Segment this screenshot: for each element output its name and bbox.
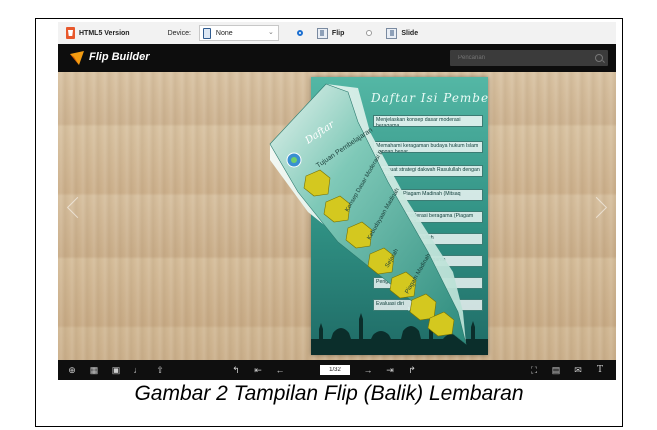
flip-label[interactable]: Flip [332, 30, 344, 37]
next-page-icon[interactable]: → [362, 364, 374, 376]
page-item: Menerapkan moderasi beragama (Piagam Mad… [373, 211, 483, 223]
device-label: Device: [167, 29, 191, 37]
previous-page-icon[interactable]: ← [274, 364, 286, 376]
thumbnails-icon[interactable]: ▦ [88, 364, 100, 376]
share-icon[interactable]: ⇧ [154, 364, 166, 376]
first-page-icon[interactable]: ⇤ [252, 364, 264, 376]
book-stage: Daftar Isi Pembelajaran Menjelaskan kons… [58, 72, 616, 360]
next-page-arrow-icon[interactable] [585, 196, 608, 219]
preview-toolbar: HTML5 Version Device: None ⌄ Flip Slide [58, 22, 616, 45]
undo-icon[interactable]: ↰ [230, 364, 242, 376]
page-title: Daftar Isi Pembelajaran [371, 91, 488, 105]
page-item: Pengamalan Islam [373, 277, 483, 289]
search-input[interactable] [458, 50, 588, 66]
figure-caption: Gambar 2 Tampilan Flip (Balik) Lembaran [134, 382, 524, 405]
flip-radio[interactable] [296, 30, 303, 36]
html5-version-label[interactable]: HTML5 Version [79, 30, 130, 37]
html5-icon [66, 27, 75, 39]
fullscreen-icon[interactable]: ⛶ [528, 364, 540, 376]
device-value: None [215, 29, 233, 37]
slide-radio[interactable] [366, 30, 373, 36]
book-right-page[interactable]: Daftar Isi Pembelajaran Menjelaskan kons… [311, 77, 488, 355]
text-icon[interactable]: T [594, 364, 606, 376]
page-item: Implementasi Islam beragama [373, 255, 483, 267]
page-item: Membuat strategi dakwah Rasulullah denga… [373, 165, 483, 177]
sound-icon[interactable]: ♩ [132, 364, 144, 376]
mosque-skyline-icon [311, 313, 488, 355]
flip-mode-icon [316, 27, 328, 39]
page-item: Memahami keragaman budaya hukum Islam de… [373, 141, 483, 153]
page-item: Memahami Piagam Madinah (Mitsaq Madinah) [373, 189, 483, 201]
page-item: Menjelaskan konsep dasar moderasi beraga… [373, 115, 483, 127]
email-icon[interactable]: ✉ [572, 364, 584, 376]
comment-icon[interactable]: ▤ [550, 364, 562, 376]
last-page-icon[interactable]: ⇥ [384, 364, 396, 376]
logo-text: Flip Builder [89, 51, 150, 63]
page-item: Sejarah hijrah Rasulullah [373, 233, 483, 245]
bookmark-icon[interactable]: ▣ [110, 364, 122, 376]
search-icon[interactable] [595, 54, 603, 62]
slide-mode-icon [386, 27, 398, 39]
flip-builder-header: Flip Builder [58, 44, 616, 72]
redo-icon[interactable]: ↱ [406, 364, 418, 376]
bottom-control-bar: ⊕ ▦ ▣ ♩ ⇧ ↰ ⇤ ← → ⇥ ↱ ⛶ ▤ ✉ T [58, 360, 616, 380]
zoom-in-icon[interactable]: ⊕ [66, 364, 78, 376]
search-box[interactable] [450, 50, 608, 66]
flip-builder-logo-icon [70, 51, 84, 65]
device-icon [202, 27, 211, 39]
device-select[interactable]: None ⌄ [198, 25, 279, 41]
previous-page-arrow-icon[interactable] [66, 196, 89, 219]
page-number-input[interactable] [320, 365, 350, 375]
slide-label[interactable]: Slide [401, 30, 418, 37]
chevron-down-icon: ⌄ [268, 29, 274, 36]
